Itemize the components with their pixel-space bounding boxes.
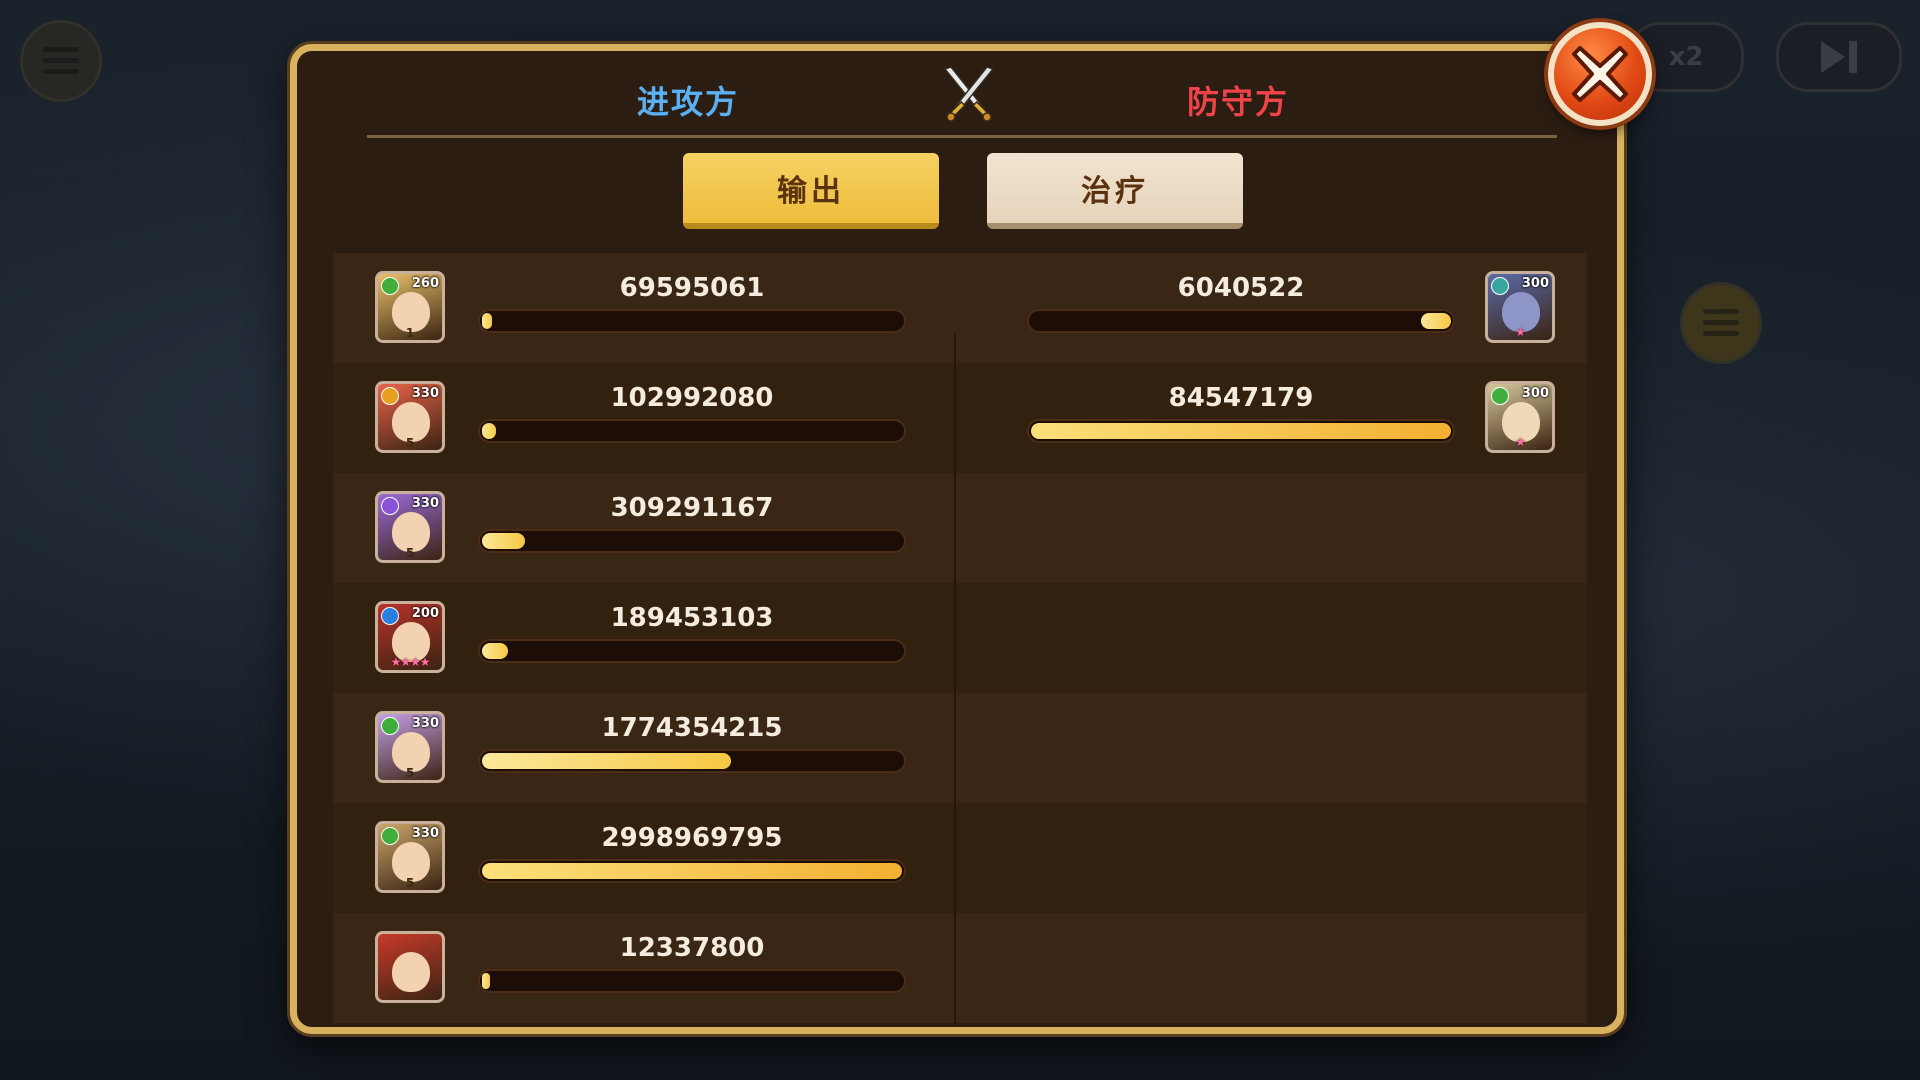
damage-bar-fill	[482, 313, 492, 329]
menu-button[interactable]	[20, 20, 102, 102]
damage-bar-fill	[1031, 423, 1451, 439]
attacker-entry[interactable]: 330 5 102992080	[333, 363, 953, 473]
skip-icon	[1821, 41, 1857, 73]
damage-bar	[478, 639, 906, 663]
damage-bar-fill	[482, 423, 496, 439]
stats-row: 330 5 2998969795	[333, 803, 1587, 913]
tab-heal[interactable]: 治疗	[987, 153, 1243, 229]
nature-element-icon	[381, 717, 399, 735]
arcane-element-icon	[381, 497, 399, 515]
hero-level: 330	[411, 496, 439, 511]
damage-value: 102992080	[610, 383, 774, 413]
attacker-entry[interactable]: 330 5 1774354215	[333, 693, 953, 803]
damage-bar	[478, 529, 906, 553]
hero-portrait-icon: 300 ★	[1485, 381, 1555, 453]
stats-list[interactable]: 260 1 69595061 300 ★ 6040522 330 5 102992080 300 ★…	[333, 253, 1587, 1023]
hero-rank: 5	[405, 436, 415, 450]
hero-level: 200	[411, 606, 439, 621]
dark-element-icon	[1491, 277, 1509, 295]
stats-row: 330 5 102992080 300 ★ 84547179	[333, 363, 1587, 473]
close-icon	[1572, 46, 1628, 102]
defender-entry[interactable]: 300 ★ 84547179	[955, 363, 1575, 473]
damage-bar-fill	[482, 533, 525, 549]
hero-rank: ★	[1515, 325, 1526, 339]
hero-rank: ★★★★	[390, 655, 430, 669]
damage-bar	[478, 969, 906, 993]
close-button[interactable]	[1548, 22, 1652, 126]
hero-level: 330	[411, 826, 439, 841]
panel-header: 进攻方 防守方	[297, 51, 1617, 141]
stats-row: 200 ★★★★ 189453103	[333, 583, 1587, 693]
damage-bar	[478, 419, 906, 443]
attacker-entry[interactable]: 260 1 69595061	[333, 253, 953, 363]
hero-level: 300	[1521, 276, 1549, 291]
stats-row: 260 1 69595061 300 ★ 6040522	[333, 253, 1587, 363]
attacker-entry[interactable]: 330 5 309291167	[333, 473, 953, 583]
hero-portrait-icon: 260 1	[375, 271, 445, 343]
damage-value: 84547179	[1168, 383, 1314, 413]
hero-portrait-icon: 330 5	[375, 381, 445, 453]
hero-rank: ★	[1515, 435, 1526, 449]
defender-entry[interactable]: 300 ★ 6040522	[955, 253, 1575, 363]
damage-value: 189453103	[610, 603, 774, 633]
damage-bar	[478, 859, 906, 883]
light-element-icon	[381, 387, 399, 405]
damage-value: 309291167	[610, 493, 774, 523]
hero-level: 300	[1521, 386, 1549, 401]
damage-bar-fill	[482, 753, 731, 769]
damage-value: 12337800	[619, 933, 765, 963]
hero-level: 260	[411, 276, 439, 291]
crossed-swords-icon	[943, 66, 995, 122]
hero-portrait-icon: 300 ★	[1485, 271, 1555, 343]
damage-bar-fill	[482, 973, 490, 989]
attacker-entry[interactable]: 330 5 2998969795	[333, 803, 953, 913]
water-element-icon	[381, 607, 399, 625]
hero-rank: 5	[405, 766, 415, 780]
column-divider	[954, 333, 956, 1023]
skip-button[interactable]	[1776, 22, 1902, 92]
defender-title: 防守方	[1187, 83, 1290, 121]
damage-value: 2998969795	[601, 823, 783, 853]
nature-element-icon	[381, 277, 399, 295]
damage-bar	[478, 309, 906, 333]
damage-bar-fill	[482, 863, 902, 879]
attacker-title: 进攻方	[637, 83, 740, 121]
nature-element-icon	[1491, 387, 1509, 405]
pet-portrait-icon	[375, 931, 445, 1003]
header-divider	[367, 135, 1557, 138]
stats-row: 330 5 1774354215	[333, 693, 1587, 803]
damage-bar	[1027, 309, 1455, 333]
stats-row: 12337800	[333, 913, 1587, 1023]
hero-rank: 5	[405, 876, 415, 890]
hero-portrait-icon: 330 5	[375, 821, 445, 893]
damage-value: 6040522	[1177, 273, 1305, 303]
damage-value: 1774354215	[601, 713, 783, 743]
attacker-entry[interactable]: 200 ★★★★ 189453103	[333, 583, 953, 693]
damage-bar	[1027, 419, 1455, 443]
list-button[interactable]	[1680, 282, 1762, 364]
attacker-entry[interactable]: 12337800	[333, 913, 953, 1023]
tab-output[interactable]: 输出	[683, 153, 939, 229]
hero-level: 330	[411, 716, 439, 731]
hero-level: 330	[411, 386, 439, 401]
damage-bar	[478, 749, 906, 773]
hero-portrait-icon: 330 5	[375, 711, 445, 783]
stats-row: 330 5 309291167	[333, 473, 1587, 583]
damage-value: 69595061	[619, 273, 765, 303]
hero-portrait-icon: 200 ★★★★	[375, 601, 445, 673]
damage-bar-fill	[482, 643, 508, 659]
hero-rank: 5	[405, 546, 415, 560]
hero-rank: 1	[405, 326, 415, 340]
damage-bar-fill	[1421, 313, 1451, 329]
nature-element-icon	[381, 827, 399, 845]
battle-stats-panel: 进攻方 防守方 输出 治疗 260 1 69595061 300 ★ 6040522 330…	[290, 44, 1624, 1034]
hero-portrait-icon: 330 5	[375, 491, 445, 563]
